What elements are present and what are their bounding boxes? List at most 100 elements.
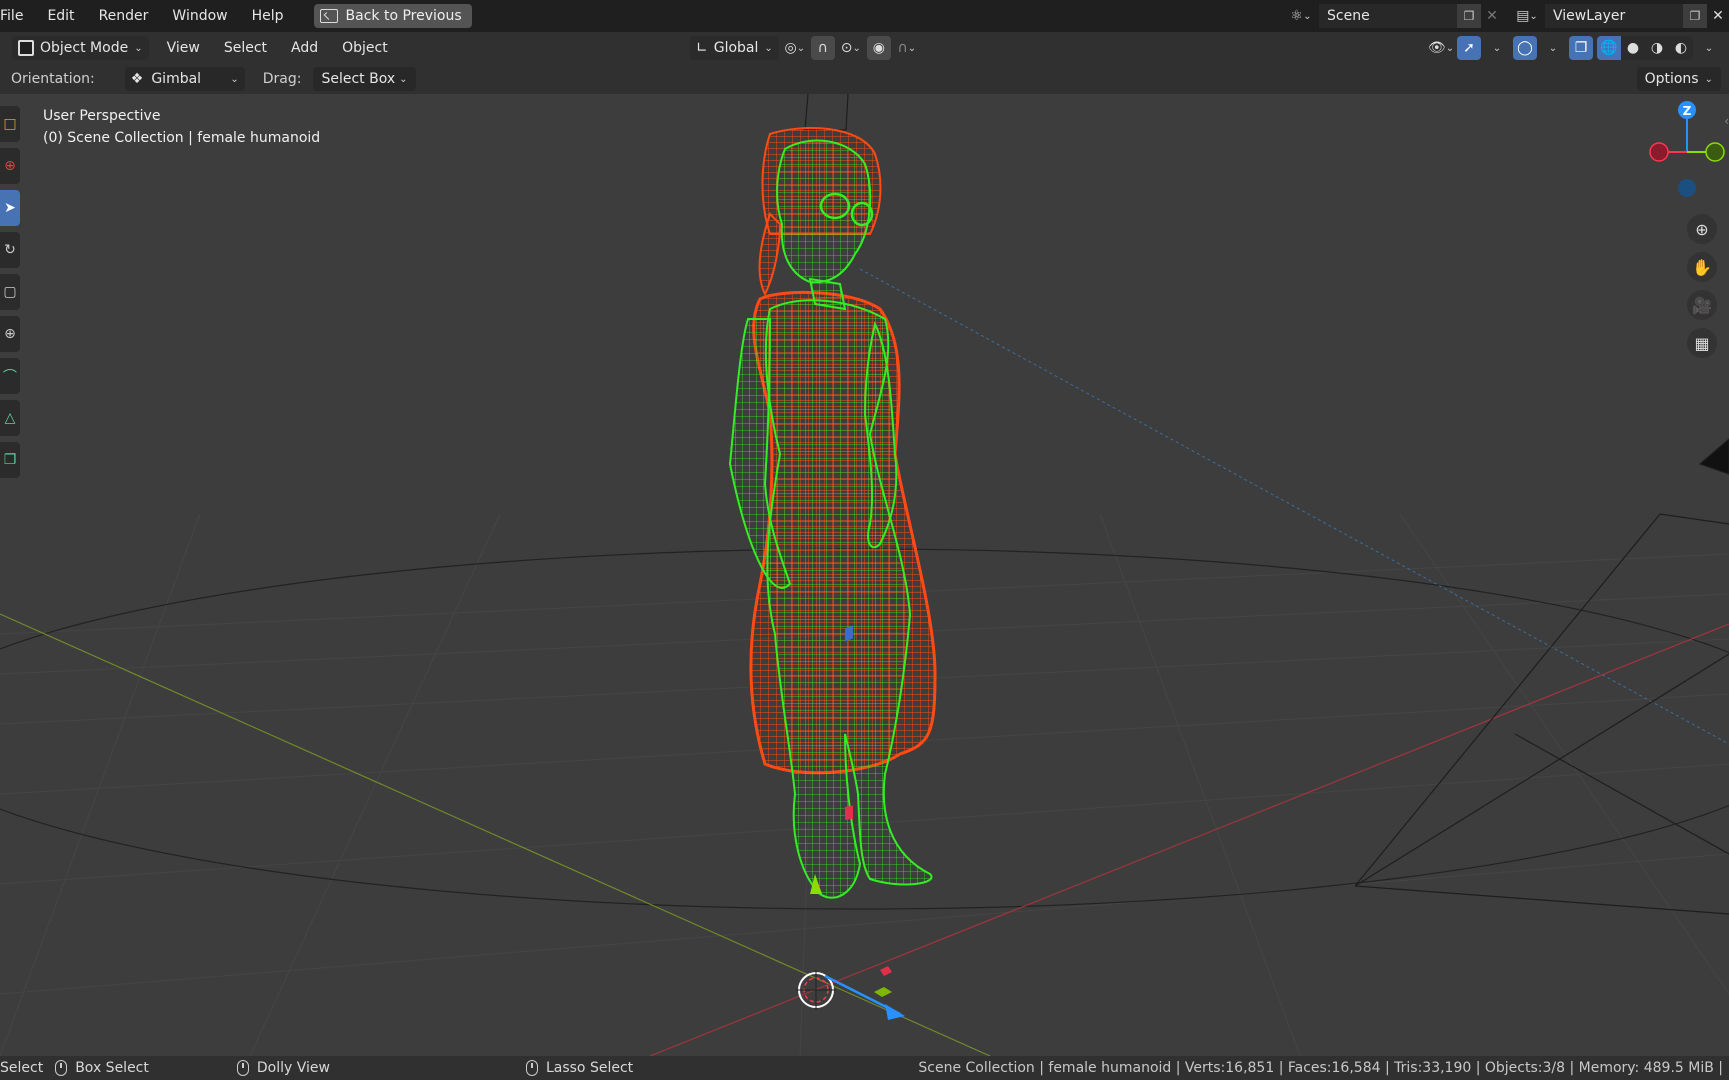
orientation-label: Orientation: bbox=[11, 71, 95, 87]
scene-selector: ⚛ ⌄ Scene ❐ ✕ bbox=[1283, 4, 1503, 28]
scene-name-field[interactable]: Scene bbox=[1319, 4, 1457, 28]
falloff-curve-icon[interactable]: ∩ ⌄ bbox=[895, 36, 919, 60]
drag-dropdown[interactable]: Select Box ⌄ bbox=[313, 67, 416, 91]
menu-help[interactable]: Help bbox=[240, 0, 296, 32]
orientation-dropdown[interactable]: ❖ Gimbal ⌄ bbox=[124, 67, 245, 91]
rotate-tool-icon[interactable]: ↻ bbox=[0, 232, 20, 268]
measure-tool-icon[interactable]: △ bbox=[0, 400, 20, 436]
menu-add[interactable]: Add bbox=[279, 40, 330, 56]
transform-orientation-label: Global bbox=[713, 40, 759, 56]
light-direction-line bbox=[859, 268, 1729, 745]
status-box-select-label: Box Select bbox=[75, 1060, 149, 1076]
new-scene-icon[interactable]: ❐ bbox=[1457, 4, 1481, 28]
back-arrow-icon bbox=[319, 9, 338, 23]
drag-value: Select Box bbox=[321, 71, 396, 87]
overlay-toggle-icon[interactable]: ◯ bbox=[1513, 36, 1537, 60]
select-box-tool-icon[interactable]: □ bbox=[0, 106, 20, 142]
delete-viewlayer-icon[interactable]: ✕ bbox=[1707, 4, 1729, 28]
status-select-label: Select bbox=[0, 1060, 44, 1076]
menu-view[interactable]: View bbox=[155, 40, 212, 56]
menu-render[interactable]: Render bbox=[87, 0, 161, 32]
chevron-down-icon: ⌄ bbox=[764, 42, 773, 54]
snap-target-icon[interactable]: ⊙ ⌄ bbox=[839, 36, 863, 60]
top-menubar: File Edit Render Window Help Back to Pre… bbox=[0, 0, 1729, 32]
gizmo-z-label: Z bbox=[1683, 104, 1692, 118]
gizmo-toggle-icon[interactable]: ➚ bbox=[1457, 36, 1481, 60]
status-lasso-select-label: Lasso Select bbox=[545, 1060, 634, 1076]
menu-select[interactable]: Select bbox=[212, 40, 279, 56]
viewport-display-tools: 👁 ⌄ ➚ ⌄ ◯ ⌄ ❐ 🌐 ● ◑ ◐ ⌄ bbox=[1428, 36, 1721, 60]
menu-object[interactable]: Object bbox=[330, 40, 400, 56]
light-object bbox=[804, 94, 849, 131]
snap-toggle-icon[interactable]: ∩ bbox=[810, 36, 835, 60]
transform-tool-icon[interactable]: ⊕ bbox=[0, 316, 20, 352]
camera-view-icon[interactable]: 🎥 bbox=[1687, 290, 1717, 320]
tool-shelf: □ ⊕ ➤ ↻ ▢ ⊕ ⌒ △ ❐ bbox=[0, 106, 20, 484]
overlay-dropdown-icon[interactable]: ⌄ bbox=[1541, 36, 1565, 60]
orientation-axes-icon: ∟ bbox=[696, 40, 708, 56]
menu-window[interactable]: Window bbox=[160, 0, 239, 32]
status-select: Select bbox=[0, 1060, 43, 1076]
status-bar: Select Box Select Dolly View Lasso Selec… bbox=[0, 1056, 1729, 1080]
status-dolly-view: Dolly View bbox=[236, 1060, 330, 1076]
rendered-shading-icon[interactable]: ◐ bbox=[1669, 36, 1693, 60]
menu-edit[interactable]: Edit bbox=[35, 0, 86, 32]
back-to-previous-button[interactable]: Back to Previous bbox=[313, 4, 472, 28]
scene-statistics: Scene Collection | female humanoid | Ver… bbox=[918, 1060, 1723, 1076]
delete-scene-icon[interactable]: ✕ bbox=[1481, 4, 1503, 28]
chevron-down-icon: ⌄ bbox=[1704, 73, 1713, 85]
perspective-toggle-icon[interactable]: ▦ bbox=[1687, 328, 1717, 358]
zoom-icon[interactable]: ⊕ bbox=[1687, 214, 1717, 244]
transform-orientation-dropdown[interactable]: ∟ Global ⌄ bbox=[690, 36, 779, 60]
add-cube-tool-icon[interactable]: ❐ bbox=[0, 442, 20, 478]
proportional-edit-icon[interactable]: ◉ bbox=[866, 36, 891, 60]
pivot-point-icon[interactable]: ◎ ⌄ bbox=[783, 36, 807, 60]
gimbal-icon: ❖ bbox=[130, 71, 144, 87]
transform-tools: ∟ Global ⌄ ◎ ⌄ ∩ ⊙ ⌄ ◉ ∩ ⌄ bbox=[690, 36, 919, 60]
scene-canvas bbox=[0, 94, 1729, 1056]
viewlayer-browse-icon[interactable]: ▤ ⌄ bbox=[1509, 4, 1545, 28]
viewport-perspective-label: User Perspective bbox=[43, 108, 161, 124]
pan-hand-icon[interactable]: ✋ bbox=[1687, 252, 1717, 282]
back-to-previous-label: Back to Previous bbox=[345, 8, 462, 24]
menu-file[interactable]: File bbox=[0, 0, 35, 32]
tool-settings-bar: Orientation: ❖ Gimbal ⌄ Drag: Select Box… bbox=[0, 64, 1729, 94]
3d-viewport[interactable]: User Perspective (0) Scene Collection | … bbox=[0, 94, 1729, 1056]
cursor-tool-icon[interactable]: ⊕ bbox=[0, 148, 20, 184]
chevron-down-icon: ⌄ bbox=[399, 73, 408, 85]
mouse-middle-icon bbox=[236, 1060, 249, 1076]
xray-toggle-icon[interactable]: ❐ bbox=[1569, 36, 1593, 60]
chevron-down-icon: ⌄ bbox=[134, 42, 143, 54]
material-shading-icon[interactable]: ◑ bbox=[1645, 36, 1669, 60]
mouse-left-icon bbox=[55, 1060, 68, 1076]
sidebar-collapse-icon[interactable]: ‹ bbox=[1724, 114, 1729, 128]
viewport-collection-label: (0) Scene Collection | female humanoid bbox=[43, 130, 321, 146]
new-viewlayer-icon[interactable]: ❐ bbox=[1683, 4, 1707, 28]
annotate-tool-icon[interactable]: ⌒ bbox=[0, 358, 20, 394]
orientation-value: Gimbal bbox=[151, 71, 202, 87]
chevron-down-icon: ⌄ bbox=[230, 73, 239, 85]
scene-browse-icon[interactable]: ⚛ ⌄ bbox=[1283, 4, 1319, 28]
options-label: Options bbox=[1644, 71, 1699, 87]
move-tool-icon[interactable]: ➤ bbox=[0, 190, 20, 226]
drag-label: Drag: bbox=[262, 71, 302, 87]
shading-dropdown-icon[interactable]: ⌄ bbox=[1697, 36, 1721, 60]
object-mode-icon bbox=[18, 40, 34, 56]
status-lasso-select: Lasso Select bbox=[525, 1060, 634, 1076]
scale-tool-icon[interactable]: ▢ bbox=[0, 274, 20, 310]
object-mode-dropdown[interactable]: Object Mode ⌄ bbox=[12, 36, 149, 60]
navigation-gizmo[interactable]: Z bbox=[1619, 94, 1729, 204]
wireframe-shading-icon[interactable]: 🌐 bbox=[1597, 36, 1621, 60]
solid-shading-icon[interactable]: ● bbox=[1621, 36, 1645, 60]
topbar-right: ⚛ ⌄ Scene ❐ ✕ ▤ ⌄ ViewLayer ❐ ✕ bbox=[1283, 0, 1729, 32]
viewlayer-selector: ▤ ⌄ ViewLayer ❐ ✕ bbox=[1509, 4, 1729, 28]
gizmo-dropdown-icon[interactable]: ⌄ bbox=[1485, 36, 1509, 60]
options-dropdown[interactable]: Options ⌄ bbox=[1636, 67, 1721, 91]
viewlayer-name-field[interactable]: ViewLayer bbox=[1545, 4, 1683, 28]
viewport-header: Object Mode ⌄ View Select Add Object ∟ G… bbox=[0, 32, 1729, 64]
status-dolly-view-label: Dolly View bbox=[256, 1060, 330, 1076]
object-mode-label: Object Mode bbox=[40, 40, 129, 56]
mouse-right-icon bbox=[525, 1060, 538, 1076]
shading-mode-group: 🌐 ● ◑ ◐ bbox=[1597, 36, 1693, 60]
visibility-eye-icon[interactable]: 👁 ⌄ bbox=[1428, 36, 1454, 60]
